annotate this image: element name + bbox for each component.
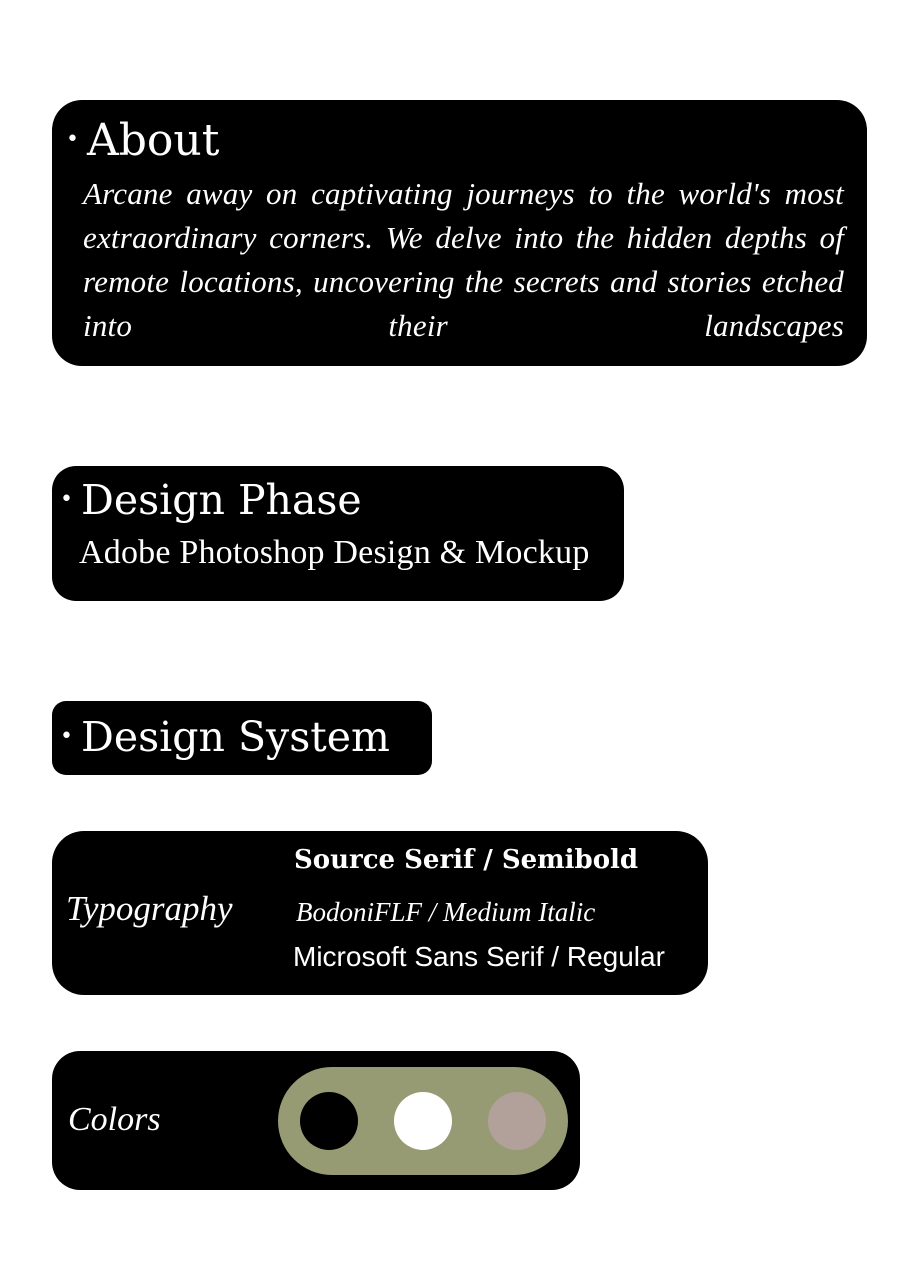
color-swatch-taupe: [488, 1092, 546, 1150]
about-card: • About Arcane away on captivating journ…: [52, 100, 867, 366]
font-sample-bodoni-italic: BodoniFLF / Medium Italic: [296, 897, 596, 927]
bullet-icon: •: [60, 724, 73, 749]
design-system-heading: • Design System: [60, 710, 390, 764]
about-title: About: [86, 114, 220, 166]
colors-card: Colors: [52, 1051, 580, 1190]
design-phase-heading: • Design Phase: [60, 474, 362, 526]
design-phase-description: Adobe Photoshop Design & Mockup: [79, 534, 590, 571]
bullet-icon: •: [66, 127, 79, 152]
about-heading: • About: [66, 114, 219, 166]
design-system-title: Design System: [80, 713, 390, 761]
design-phase-title: Design Phase: [80, 476, 362, 524]
font-sample-sans-regular: Microsoft Sans Serif / Regular: [293, 941, 665, 972]
bullet-icon: •: [60, 487, 73, 512]
colors-label: Colors: [68, 1101, 161, 1138]
color-swatch-black: [300, 1092, 358, 1150]
typography-card: Typography Source Serif / Semibold Bodon…: [52, 831, 708, 995]
design-phase-card: • Design Phase Adobe Photoshop Design & …: [52, 466, 624, 601]
about-description: Arcane away on captivating journeys to t…: [83, 176, 844, 343]
font-sample-serif-semibold: Source Serif / Semibold: [294, 845, 639, 875]
color-palette-pill: [278, 1067, 568, 1175]
design-system-card: • Design System: [52, 701, 432, 775]
color-swatch-white: [394, 1092, 452, 1150]
typography-label: Typography: [66, 889, 233, 928]
